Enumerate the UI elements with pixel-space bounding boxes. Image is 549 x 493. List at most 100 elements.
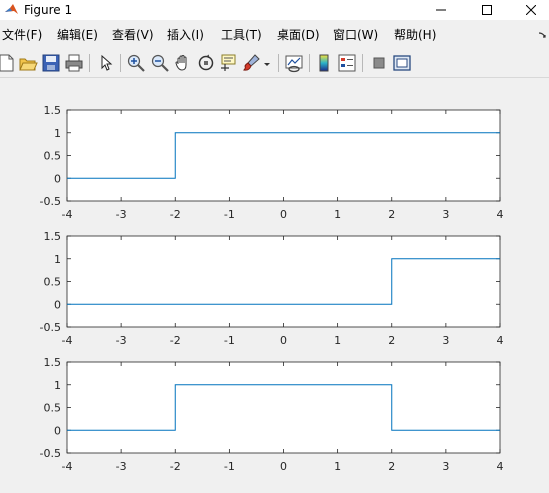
- menu-edit[interactable]: 编辑(E): [57, 28, 98, 42]
- save-icon: [42, 54, 60, 72]
- y-tick-label: 0.5: [44, 150, 62, 163]
- x-tick-label: 1: [334, 334, 341, 347]
- close-icon: [526, 5, 536, 15]
- subplot-2[interactable]: -4 -3 -2 -1 0 1 2 3 4 -0.5 0 0.5 1 1.5: [40, 230, 504, 347]
- x-tick-label: -2: [170, 208, 181, 221]
- x-tick-label: 2: [388, 460, 395, 473]
- chevron-down-icon: [264, 63, 270, 66]
- x-tick-label: -3: [116, 334, 127, 347]
- menu-bar: 文件(F) 编辑(E) 查看(V) 插入(I) 工具(T) 桌面(D) 窗口(W…: [0, 25, 549, 45]
- x-tick-label: 2: [388, 208, 395, 221]
- open-file-button[interactable]: [18, 53, 38, 73]
- x-tick-label: 4: [497, 460, 504, 473]
- x-tick-label: 0: [280, 460, 287, 473]
- y-tick-label: 0.5: [44, 276, 62, 289]
- axes-box: [66, 235, 501, 328]
- pan-hand-icon: [175, 54, 187, 71]
- subplot-3[interactable]: -4 -3 -2 -1 0 1 2 3 4 -0.5 0 0.5 1 1.5: [40, 356, 504, 473]
- x-tick-label: -1: [224, 460, 235, 473]
- toolbar-separator: [362, 54, 363, 72]
- x-tick-label: 1: [334, 460, 341, 473]
- y-tick-label: -0.5: [40, 195, 61, 208]
- legend-icon: [338, 54, 356, 72]
- y-tick-label: 0: [54, 172, 61, 185]
- y-tick-label: 0: [54, 298, 61, 311]
- x-tick-label: -3: [116, 208, 127, 221]
- x-tick-label: -4: [62, 334, 73, 347]
- hide-plot-tools-button[interactable]: [369, 53, 389, 73]
- toolbar-separator: [309, 54, 310, 72]
- matlab-logo-icon: [4, 2, 19, 17]
- x-tick-label: 0: [280, 208, 287, 221]
- y-tick-label: 1.5: [44, 104, 62, 117]
- x-tick-label: -4: [62, 460, 73, 473]
- edit-plot-button[interactable]: [96, 53, 116, 73]
- menu-window[interactable]: 窗口(W): [333, 28, 378, 42]
- dock-arrow-icon[interactable]: [538, 30, 548, 43]
- x-tick-label: -4: [62, 208, 73, 221]
- x-tick-label: -3: [116, 460, 127, 473]
- x-tick-label: 2: [388, 334, 395, 347]
- save-button[interactable]: [41, 53, 61, 73]
- subplot-1[interactable]: -4 -3 -2 -1 0 1 2 3 4 -0.5 0 0.5 1 1.5: [40, 104, 504, 221]
- toolbar: [0, 49, 549, 78]
- menu-file[interactable]: 文件(F): [2, 28, 42, 42]
- y-tick-label: 0.5: [44, 402, 62, 415]
- zoom-out-icon: [151, 54, 169, 72]
- x-tick-label: 3: [442, 334, 449, 347]
- rotate-3d-icon: [198, 54, 214, 71]
- y-tick-label: 1: [54, 253, 61, 266]
- zoom-in-button[interactable]: [126, 53, 146, 73]
- zoom-out-button[interactable]: [150, 53, 170, 73]
- brush-dropdown-button[interactable]: [262, 53, 272, 73]
- menu-desktop[interactable]: 桌面(D): [277, 28, 320, 42]
- y-tick-label: 1: [54, 127, 61, 140]
- minimize-button[interactable]: [418, 0, 464, 20]
- link-plot-button[interactable]: [284, 53, 304, 73]
- title-bar: Figure 1: [0, 0, 549, 20]
- insert-legend-button[interactable]: [337, 53, 357, 73]
- show-plot-tools-button[interactable]: [392, 53, 412, 73]
- y-tick-label: -0.5: [40, 447, 61, 460]
- x-tick-label: 3: [442, 208, 449, 221]
- edit-plot-arrow-icon: [101, 54, 113, 71]
- menu-view[interactable]: 查看(V): [112, 28, 154, 42]
- print-button[interactable]: [64, 53, 84, 73]
- insert-colorbar-button[interactable]: [314, 53, 334, 73]
- menu-tools[interactable]: 工具(T): [221, 28, 262, 42]
- rotate-3d-button[interactable]: [196, 53, 216, 73]
- link-plot-icon: [285, 55, 303, 73]
- x-tick-label: 0: [280, 334, 287, 347]
- maximize-icon: [482, 5, 492, 15]
- subplots-container[interactable]: -4 -3 -2 -1 0 1 2 3 4-0.500.511.5-4 -3 -2 -1 0 1 2 3 4-0…: [0, 78, 549, 493]
- pan-button[interactable]: [173, 53, 193, 73]
- axes-box: [66, 361, 501, 454]
- x-tick-label: 1: [334, 208, 341, 221]
- brush-button[interactable]: [241, 53, 261, 73]
- new-figure-button[interactable]: [0, 53, 16, 73]
- x-tick-label: 3: [442, 460, 449, 473]
- zoom-in-icon: [127, 54, 145, 72]
- axes-box: [66, 109, 501, 202]
- window-title: Figure 1: [24, 3, 73, 17]
- hide-plot-tools-icon: [373, 57, 385, 69]
- toolbar-separator: [278, 54, 279, 72]
- data-cursor-button[interactable]: [219, 53, 239, 73]
- x-tick-label: -2: [170, 334, 181, 347]
- minimize-icon: [436, 9, 446, 11]
- y-tick-label: 1.5: [44, 356, 62, 369]
- x-tick-label: -2: [170, 460, 181, 473]
- brush-icon: [242, 54, 260, 71]
- data-cursor-icon: [221, 54, 236, 71]
- x-tick-label: -1: [224, 334, 235, 347]
- show-plot-tools-icon: [393, 55, 411, 71]
- open-file-icon: [19, 58, 38, 71]
- maximize-button[interactable]: [464, 0, 510, 20]
- y-tick-label: 1.5: [44, 230, 62, 243]
- y-tick-label: -0.5: [40, 321, 61, 334]
- toolbar-separator: [120, 54, 121, 72]
- close-button[interactable]: [508, 0, 549, 20]
- menu-insert[interactable]: 插入(I): [167, 28, 204, 42]
- figure-canvas[interactable]: -4 -3 -2 -1 0 1 2 3 4 -0.5 0 0.5 1 1.5 -4 -3 -2 -1 0 1 2 3 4 -0…: [0, 78, 549, 493]
- menu-help[interactable]: 帮助(H): [394, 28, 436, 42]
